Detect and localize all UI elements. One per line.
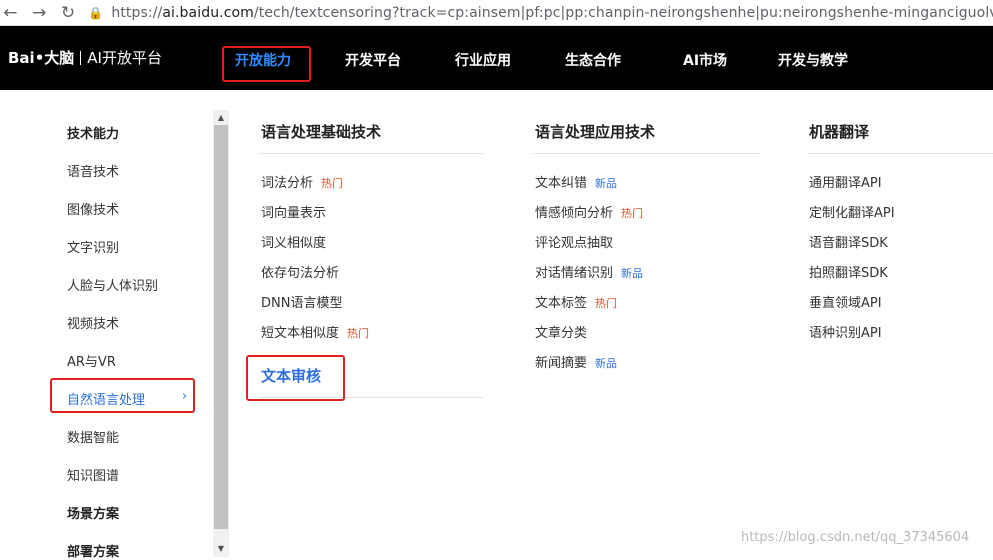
sidebar-item-ar-vr[interactable]: AR与VR [67, 351, 116, 370]
scrollbar-thumb[interactable] [214, 125, 228, 529]
hot-badge: 热门 [595, 297, 618, 310]
logo-separator [80, 50, 82, 65]
browser-address-bar: ← → ↻ 🔒 https://ai.baidu.com/tech/textce… [0, 0, 993, 26]
annotation-box-nav [222, 46, 311, 82]
nav-ecosystem[interactable]: 生态合作 [565, 50, 621, 70]
scroll-down-arrow-icon[interactable]: ▼ [213, 542, 229, 556]
menu-item-general-translation-api[interactable]: 通用翻译API [809, 172, 882, 191]
hot-badge: 热门 [347, 327, 370, 340]
menu-item-news-summary[interactable]: 新闻摘要 新品 [535, 352, 617, 371]
top-navigation: Bai•大脑 AI开放平台 开放能力 开发平台 行业应用 生态合作 AI市场 开… [0, 26, 993, 90]
menu-item-label: 文本纠错 [535, 176, 588, 191]
nav-industry-apps[interactable]: 行业应用 [455, 50, 511, 70]
menu-item-lexical-analysis[interactable]: 词法分析 热门 [261, 172, 343, 191]
back-arrow-icon[interactable]: ← [0, 2, 21, 24]
menu-item-dialog-emotion[interactable]: 对话情绪识别 新品 [535, 262, 643, 281]
sidebar-item-knowledge-graph[interactable]: 知识图谱 [67, 465, 119, 484]
hot-badge: 热门 [321, 177, 344, 190]
scroll-up-arrow-icon[interactable]: ▲ [213, 111, 229, 125]
logo-brand: Bai•大脑 [8, 49, 75, 67]
menu-item-photo-translation-sdk[interactable]: 拍照翻译SDK [809, 262, 888, 281]
new-badge: 新品 [595, 177, 618, 190]
logo-platform: AI开放平台 [87, 49, 162, 67]
sidebar: 技术能力 语音技术 图像技术 文字识别 人脸与人体识别 视频技术 AR与VR 自… [0, 90, 230, 560]
menu-item-label: 词法分析 [261, 176, 314, 191]
menu-item-short-text-similarity[interactable]: 短文本相似度 热门 [261, 322, 369, 341]
forward-arrow-icon[interactable]: → [29, 2, 50, 24]
column-title-machine-translation: 机器翻译 [809, 123, 870, 141]
menu-item-article-classification[interactable]: 文章分类 [535, 322, 587, 341]
sidebar-item-ocr[interactable]: 文字识别 [67, 237, 119, 256]
annotation-box-censoring [246, 355, 345, 401]
menu-item-label: 文本标签 [535, 296, 588, 311]
menu-item-opinion-extraction[interactable]: 评论观点抽取 [535, 232, 613, 251]
sidebar-item-face-body[interactable]: 人脸与人体识别 [67, 275, 158, 294]
sidebar-item-scenarios[interactable]: 场景方案 [67, 503, 119, 522]
column-divider [259, 153, 484, 154]
url-path: /tech/textcensoring?track=cp:ainsem|pf:p… [253, 4, 993, 21]
url-field[interactable]: https://ai.baidu.com/tech/textcensoring?… [111, 5, 993, 21]
annotation-box-sidebar [50, 378, 195, 413]
lock-icon: 🔒 [88, 5, 104, 20]
sidebar-item-speech[interactable]: 语音技术 [67, 161, 119, 180]
url-scheme: https:// [111, 4, 163, 21]
sidebar-item-data-intel[interactable]: 数据智能 [67, 427, 119, 446]
nav-dev-platform[interactable]: 开发平台 [345, 50, 401, 70]
column-divider [807, 153, 993, 154]
menu-item-vertical-domain-api[interactable]: 垂直领域API [809, 292, 882, 311]
menu-item-speech-translation-sdk[interactable]: 语音翻译SDK [809, 232, 888, 251]
column-divider [533, 153, 760, 154]
menu-item-label: 对话情绪识别 [535, 266, 614, 281]
menu-item-label: 新闻摘要 [535, 356, 588, 371]
menu-item-sentiment-analysis[interactable]: 情感倾向分析 热门 [535, 202, 643, 221]
column-title-nlp-apps: 语言处理应用技术 [535, 123, 656, 141]
menu-item-word-embedding[interactable]: 词向量表示 [261, 202, 326, 221]
watermark-text: https://blog.csdn.net/qq_37345604 [741, 530, 970, 545]
sidebar-item-image[interactable]: 图像技术 [67, 199, 119, 218]
menu-item-label: 短文本相似度 [261, 326, 340, 341]
menu-item-label: 情感倾向分析 [535, 206, 614, 221]
sidebar-item-video[interactable]: 视频技术 [67, 313, 119, 332]
nav-dev-education[interactable]: 开发与教学 [778, 50, 848, 70]
sidebar-item-deployment[interactable]: 部署方案 [67, 541, 119, 560]
sidebar-item-tech[interactable]: 技术能力 [67, 123, 119, 142]
new-badge: 新品 [621, 267, 644, 280]
baidu-ai-logo[interactable]: Bai•大脑 AI开放平台 [8, 47, 162, 68]
new-badge: 新品 [595, 357, 618, 370]
column-title-nlp-basic: 语言处理基础技术 [261, 123, 382, 141]
hot-badge: 热门 [621, 207, 644, 220]
menu-item-language-detection-api[interactable]: 语种识别API [809, 322, 882, 341]
nav-ai-market[interactable]: AI市场 [683, 50, 727, 70]
menu-item-text-tagging[interactable]: 文本标签 热门 [535, 292, 617, 311]
menu-item-dependency-parsing[interactable]: 依存句法分析 [261, 262, 339, 281]
menu-item-word-similarity[interactable]: 词义相似度 [261, 232, 326, 251]
menu-item-custom-translation-api[interactable]: 定制化翻译API [809, 202, 895, 221]
menu-item-dnn-language-model[interactable]: DNN语言模型 [261, 292, 342, 311]
reload-icon[interactable]: ↻ [58, 2, 79, 24]
menu-item-text-correction[interactable]: 文本纠错 新品 [535, 172, 617, 191]
url-host: ai.baidu.com [162, 4, 254, 21]
